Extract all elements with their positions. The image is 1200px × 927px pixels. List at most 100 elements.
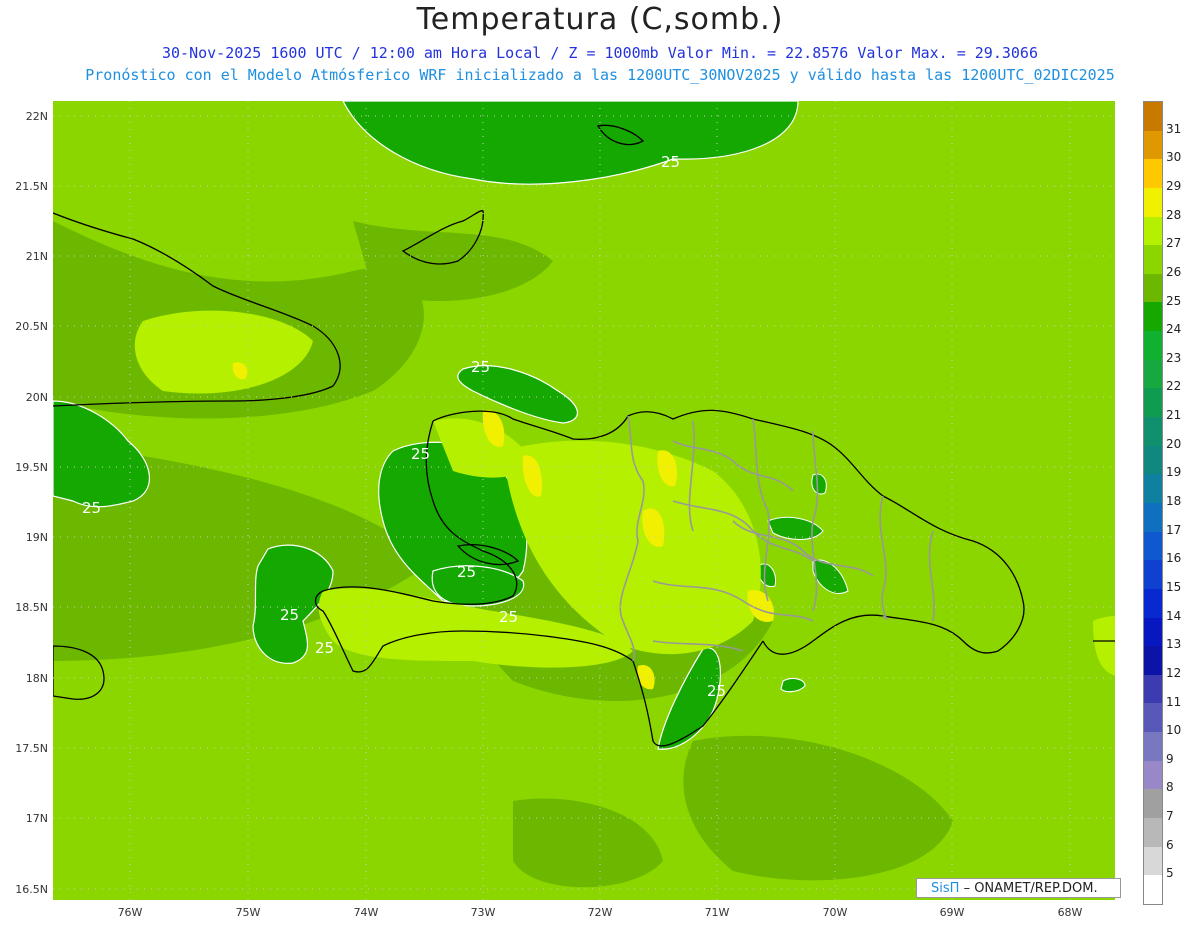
legend-swatch [1144,531,1162,561]
contour-25-area [342,101,799,185]
y-tick-label: 21N [25,250,48,263]
legend-label: 20 [1166,436,1182,451]
legend-label: 18 [1166,494,1182,508]
legend-swatch [1144,818,1162,847]
legend-swatch [1144,560,1162,589]
x-tick-label: 76W [117,906,143,919]
legend-label: 6 [1166,837,1174,852]
x-tick-label: 73W [470,906,496,919]
legend-swatch [1144,674,1162,704]
legend-swatch [1144,646,1162,675]
x-tick-label: 71W [704,906,730,919]
contour-label: 25 [471,358,490,376]
map-subtitle-model-run: Pronóstico con el Modelo Atmósferico WRF… [85,66,1115,84]
legend-label: 15 [1166,579,1182,594]
legend-swatch [1144,846,1162,876]
legend-label: 7 [1166,809,1174,824]
legend-label: 27 [1166,236,1182,251]
band-25-26-patch [513,798,663,888]
map-title: Temperatura (C,somb.) [416,2,784,37]
legend-label: 9 [1166,751,1174,766]
y-tick-label: 21.5N [15,180,48,193]
temperature-map: 25 25 25 25 25 25 25 25 25 [53,101,1115,900]
legend-label: 28 [1166,207,1182,222]
legend-swatch [1144,875,1162,904]
legend-swatch [1144,588,1162,618]
y-tick-label: 17N [25,812,48,825]
map-subtitle-valid-time: 30-Nov-2025 1600 UTC / 12:00 am Hora Loc… [162,44,1038,62]
y-tick-label: 18N [25,672,48,685]
contour-label: 25 [315,639,334,657]
contour-25-area [812,559,849,594]
band-25-26-patch [683,735,953,881]
contour-label: 25 [280,606,299,624]
contour-25-area [767,516,824,540]
legend-label: 10 [1166,723,1182,738]
legend-swatch [1144,445,1162,475]
y-tick-label: 22N [25,110,48,123]
legend-label: 25 [1166,293,1182,308]
temperature-field: 25 25 25 25 25 25 25 25 25 [53,101,1115,900]
contour-25-area [811,473,827,495]
x-tick-label: 69W [939,906,965,919]
legend-swatch [1144,359,1162,389]
legend-label: 29 [1166,178,1182,193]
legend-swatch [1144,789,1162,819]
legend-swatch [1144,130,1162,160]
legend-label: 22 [1166,379,1182,394]
contour-label: 25 [411,445,430,463]
legend-label: 21 [1166,408,1182,423]
legend-label: 19 [1166,465,1182,480]
x-tick-label: 74W [353,906,379,919]
legend-swatch [1144,417,1162,446]
contour-label: 25 [499,608,518,626]
contour-label: 25 [82,499,101,517]
legend-swatch [1144,245,1162,274]
legend-label: 30 [1166,150,1182,165]
legend-swatch [1144,159,1162,188]
y-tick-label: 20.5N [15,320,48,333]
credit-box: SisΠ – ONAMET/REP.DOM. [916,878,1121,898]
sispi-logo: SisΠ [931,881,960,896]
legend-label: 13 [1166,637,1182,652]
legend-label: 12 [1166,665,1182,680]
x-tick-label: 75W [235,906,261,919]
contour-label: 25 [661,153,680,171]
x-tick-label: 72W [587,906,613,919]
legend-label: 8 [1166,780,1174,795]
y-tick-label: 16.5N [15,883,48,896]
y-tick-label: 20N [25,391,48,404]
y-tick-label: 19.5N [15,461,48,474]
legend-label: 16 [1166,551,1182,566]
band-25-26-patch [353,221,553,301]
legend-swatch [1144,331,1162,360]
band-27-28-patch [1093,616,1115,676]
contour-25-area [780,677,806,693]
legend-swatch [1144,703,1162,733]
legend-label: 31 [1166,121,1182,136]
y-tick-label: 19N [25,531,48,544]
legend-label: 5 [1166,866,1174,881]
legend-swatch [1144,187,1162,217]
legend-label: 14 [1166,608,1182,623]
legend-swatch [1144,732,1162,761]
legend-label: 26 [1166,264,1182,279]
contour-label: 25 [457,563,476,581]
color-scale-legend [1143,101,1163,905]
legend-swatch [1144,102,1162,131]
legend-swatch [1144,502,1162,532]
legend-label: 23 [1166,350,1182,365]
legend-swatch [1144,760,1162,790]
legend-swatch [1144,302,1162,332]
legend-swatch [1144,216,1162,246]
y-tick-label: 17.5N [15,742,48,755]
x-tick-label: 70W [822,906,848,919]
legend-swatch [1144,273,1162,303]
legend-label: 11 [1166,694,1182,709]
legend-swatch [1144,388,1162,418]
credit-text: – ONAMET/REP.DOM. [963,881,1098,896]
y-tick-label: 18.5N [15,601,48,614]
legend-label: 24 [1166,322,1182,337]
legend-swatch [1144,617,1162,647]
contour-25-area [53,400,150,508]
